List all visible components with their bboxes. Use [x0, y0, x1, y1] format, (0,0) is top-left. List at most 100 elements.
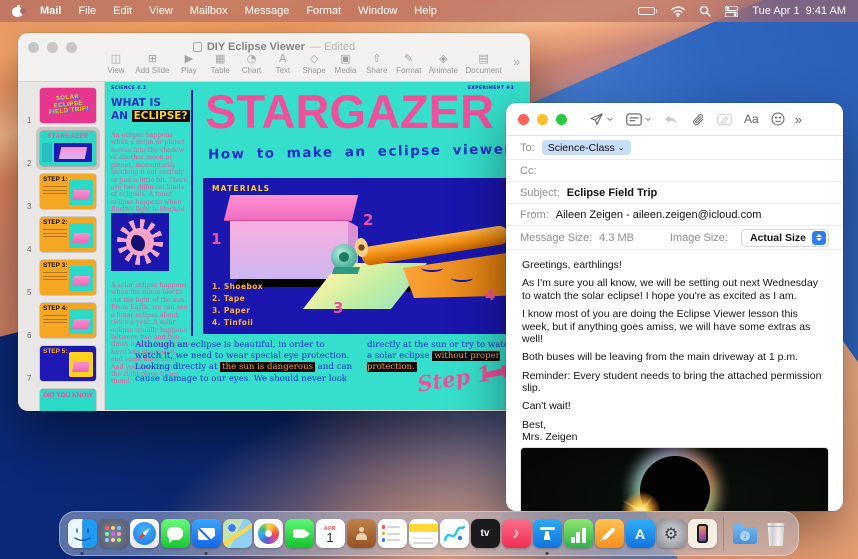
slide-thumbnail-8[interactable]: DID YOU KNOW: [40, 389, 96, 411]
markup-button[interactable]: [717, 113, 732, 126]
menu-help[interactable]: Help: [414, 5, 437, 17]
column-divider: [191, 90, 193, 336]
zoom-button[interactable]: [556, 114, 567, 125]
toolbar-table-button[interactable]: ▦Table: [208, 53, 232, 75]
toolbar-document-button[interactable]: ▤Document: [465, 53, 501, 75]
dock-item-trash[interactable]: [761, 513, 791, 555]
emoji-button[interactable]: [771, 112, 785, 126]
from-label: From:: [520, 209, 549, 221]
search-icon[interactable]: [699, 5, 711, 17]
menu-mailbox[interactable]: Mailbox: [190, 5, 228, 17]
mail-compose-window: Aa » To: Science-Class⌄ Cc: Subject: Ecl…: [506, 103, 843, 511]
image-size-select[interactable]: Actual Size: [741, 229, 829, 247]
slide-thumbnail-2[interactable]: STARGAZER: [40, 131, 96, 166]
toolbar-overflow-button[interactable]: »: [513, 55, 520, 69]
recipient-token[interactable]: Science-Class⌄: [542, 140, 631, 155]
dock-item-music[interactable]: ♪: [501, 513, 531, 555]
contacts-icon: [347, 519, 376, 548]
zoom-button[interactable]: [66, 42, 77, 53]
slide-thumb-row: 2 STARGAZER: [18, 129, 104, 172]
to-field[interactable]: To: Science-Class⌄: [506, 136, 843, 160]
body-paragraph: Both buses will be leaving from the main…: [522, 351, 827, 363]
toolbar-animate-button[interactable]: ◈Animate: [429, 53, 458, 75]
slide-thumbnail-5[interactable]: STEP 3:: [40, 260, 96, 295]
dock-item-freeform[interactable]: [439, 513, 469, 555]
toolbar-view-button[interactable]: ◫View: [104, 53, 128, 75]
minimize-button[interactable]: [537, 114, 548, 125]
table-icon: ▦: [215, 53, 225, 65]
trash-icon: [762, 519, 791, 548]
menu-message[interactable]: Message: [245, 5, 290, 17]
dock-item-facetime[interactable]: [284, 513, 314, 555]
battery-icon[interactable]: [638, 7, 658, 15]
slide-thumbnail-3[interactable]: STEP 1:: [40, 174, 96, 209]
control-center-icon[interactable]: [725, 6, 738, 17]
dock-item-finder[interactable]: [67, 513, 97, 555]
materials-list: 1. Shoebox 2. Tape 3. Paper 4. Tinfoil: [212, 281, 263, 329]
cc-field[interactable]: Cc:: [506, 160, 843, 182]
toolbar-media-button[interactable]: ▣Media: [333, 53, 357, 75]
menu-app-name[interactable]: Mail: [40, 5, 61, 17]
apple-menu-icon[interactable]: [12, 5, 23, 17]
wifi-icon[interactable]: [671, 6, 685, 17]
menu-window[interactable]: Window: [358, 5, 397, 17]
dock-item-iphone-mirroring[interactable]: [687, 513, 717, 555]
dock-item-notes[interactable]: [408, 513, 438, 555]
toolbar-play-button[interactable]: ▶Play: [177, 53, 201, 75]
keynote-icon: [533, 519, 562, 548]
close-button[interactable]: [518, 114, 529, 125]
dock-item-maps[interactable]: [222, 513, 252, 555]
menu-format[interactable]: Format: [306, 5, 341, 17]
thumb-label: DID YOU KNOW: [40, 389, 96, 399]
toolbar-shape-button[interactable]: ◇Shape: [302, 53, 326, 75]
dock-item-pages[interactable]: [594, 513, 624, 555]
message-body[interactable]: Greetings, earthlings! As I'm sure you a…: [506, 250, 843, 444]
menu-view[interactable]: View: [149, 5, 173, 17]
attach-button[interactable]: [691, 112, 705, 127]
menu-edit[interactable]: Edit: [113, 5, 132, 17]
slide-canvas[interactable]: SCIENCE 4.2 EXPERIMENT #3 WHAT IS AN ECL…: [105, 82, 530, 410]
slide-thumbnail-6[interactable]: STEP 4:: [40, 303, 96, 338]
minimize-button[interactable]: [47, 42, 58, 53]
dock-item-messages[interactable]: [160, 513, 190, 555]
dock-item-numbers[interactable]: [563, 513, 593, 555]
dock-item-contacts[interactable]: [346, 513, 376, 555]
dock-item-tv[interactable]: tv: [470, 513, 500, 555]
menu-file[interactable]: File: [78, 5, 96, 17]
slide-thumbnail-7[interactable]: STEP 5:: [40, 346, 96, 381]
toolbar-overflow-button[interactable]: »: [795, 112, 802, 127]
toolbar-share-button[interactable]: ⇧Share: [365, 53, 389, 75]
tv-icon: tv: [471, 519, 500, 548]
reply-button[interactable]: [664, 113, 679, 126]
send-button[interactable]: [589, 112, 614, 127]
format-button[interactable]: Aa: [744, 112, 759, 126]
from-field[interactable]: From: Aileen Zeigen - aileen.zeigen@iclo…: [506, 204, 843, 226]
dock-item-launchpad[interactable]: [98, 513, 128, 555]
thumb-label: STEP 2:: [43, 219, 67, 226]
dock-item-appstore[interactable]: A: [625, 513, 655, 555]
keynote-titlebar[interactable]: DIY Eclipse Viewer — Edited ◫View ⊞Add S…: [18, 33, 530, 82]
header-fields-button[interactable]: [626, 113, 652, 126]
close-button[interactable]: [28, 42, 39, 53]
menu-clock[interactable]: Tue Apr 19:41 AM: [752, 5, 846, 17]
dock-item-mail[interactable]: [191, 513, 221, 555]
mail-titlebar[interactable]: Aa »: [506, 103, 843, 136]
toolbar-add-slide-button[interactable]: ⊞Add Slide: [135, 53, 169, 75]
menu-bar: Mail File Edit View Mailbox Message Form…: [0, 0, 858, 22]
dock-item-reminders[interactable]: [377, 513, 407, 555]
dock-item-safari[interactable]: [129, 513, 159, 555]
toolbar-text-button[interactable]: AText: [271, 53, 295, 75]
slide-thumbnail-1[interactable]: SOLAR ECLIPSE FIELD TRIP!: [40, 88, 96, 123]
dock-item-downloads[interactable]: ↓: [730, 513, 760, 555]
subject-field[interactable]: Subject: Eclipse Field Trip: [506, 182, 843, 204]
eclipse-photo-attachment[interactable]: [521, 448, 828, 512]
dock-item-keynote[interactable]: [532, 513, 562, 555]
dock-item-calendar[interactable]: APR1: [315, 513, 345, 555]
dock-item-photos[interactable]: [253, 513, 283, 555]
toolbar-format-button[interactable]: ✎Format: [396, 53, 421, 75]
running-indicator: [205, 552, 208, 555]
shoebox-front: [230, 221, 348, 279]
slide-thumbnail-4[interactable]: STEP 2:: [40, 217, 96, 252]
dock-item-settings[interactable]: ⚙: [656, 513, 686, 555]
toolbar-chart-button[interactable]: ◔Chart: [240, 53, 264, 75]
